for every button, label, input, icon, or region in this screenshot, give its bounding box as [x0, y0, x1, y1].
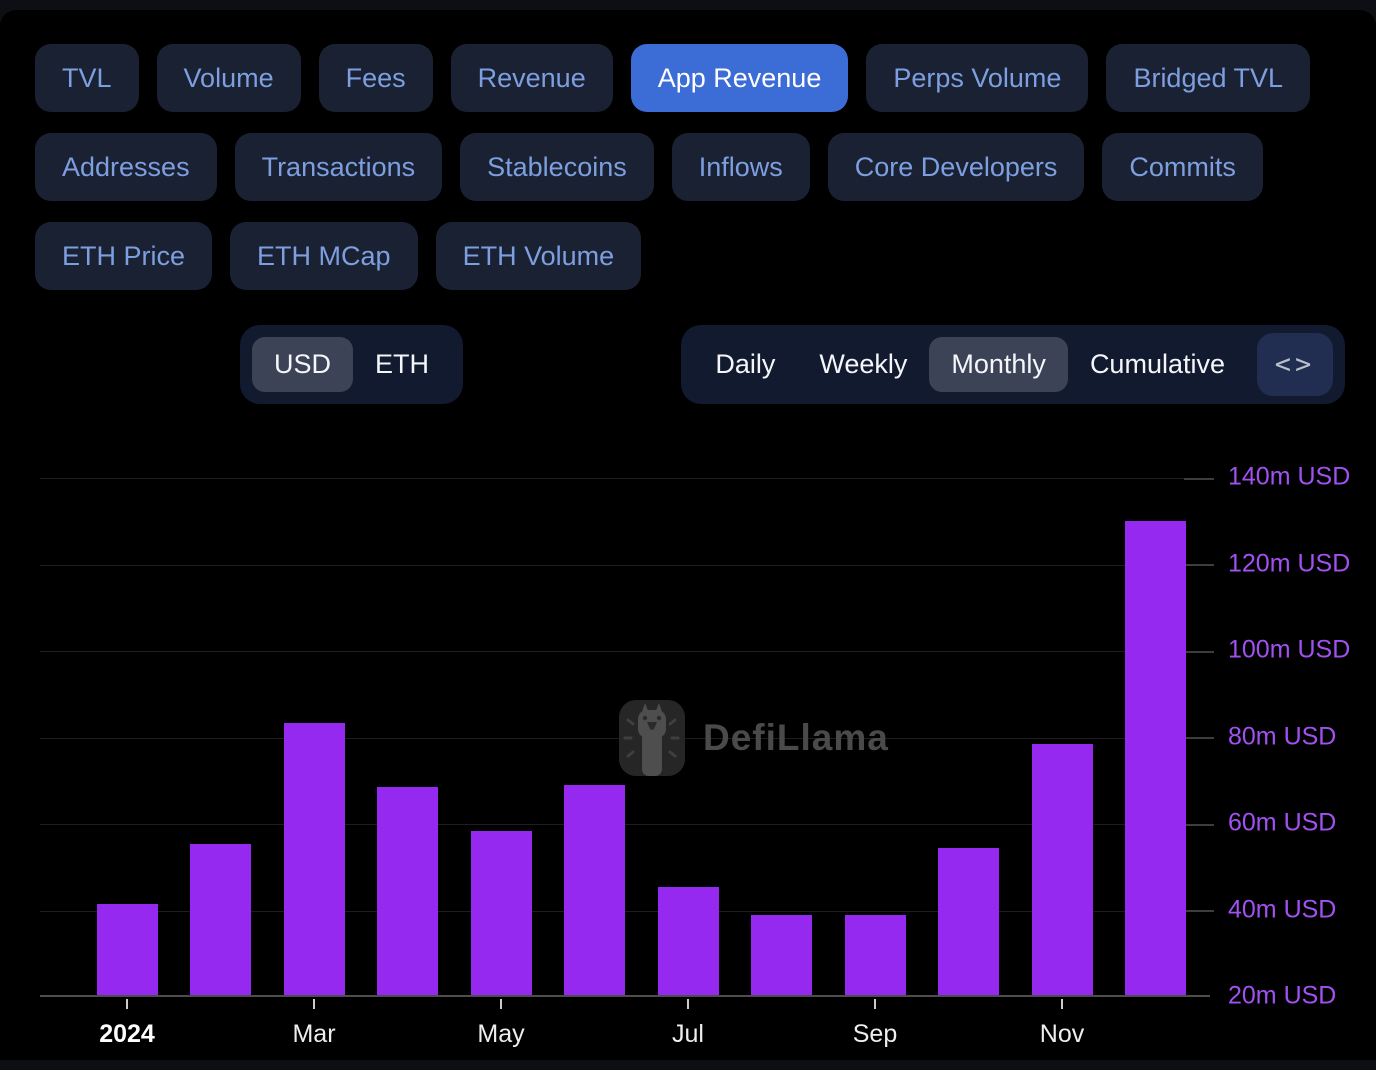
x-axis-label-may: May [477, 1020, 524, 1049]
gridline-120m [40, 565, 1210, 566]
option-eth[interactable]: ETH [353, 337, 451, 392]
interval-toggle: DailyWeeklyMonthlyCumulative<> [681, 325, 1345, 404]
y-axis-label-140m: 140m USD [1228, 463, 1350, 492]
chart-controls-row: USDETH DailyWeeklyMonthlyCumulative<> [35, 325, 1345, 404]
y-axis-tick [1184, 651, 1214, 653]
bar-apr-2024[interactable] [377, 787, 438, 995]
bar-sep-2024[interactable] [845, 915, 906, 995]
bar-may-2024[interactable] [471, 831, 532, 995]
y-axis-tick [1184, 737, 1214, 739]
gridline-100m [40, 651, 1210, 652]
option-weekly[interactable]: Weekly [797, 337, 929, 392]
tab-eth-mcap[interactable]: ETH MCap [230, 222, 418, 290]
tab-inflows[interactable]: Inflows [672, 133, 810, 201]
tab-revenue[interactable]: Revenue [451, 44, 613, 112]
bar-jan-2024[interactable] [97, 904, 158, 995]
x-axis-label-mar: Mar [292, 1020, 335, 1049]
tab-app-revenue[interactable]: App Revenue [631, 44, 849, 112]
option-usd[interactable]: USD [252, 337, 353, 392]
tab-eth-price[interactable]: ETH Price [35, 222, 212, 290]
x-axis-label-2024: 2024 [99, 1020, 155, 1049]
tab-perps-volume[interactable]: Perps Volume [866, 44, 1088, 112]
y-axis-label-20m: 20m USD [1228, 982, 1336, 1011]
dashboard-card: TVL Volume Fees Revenue App RevenuePerps Vol… [0, 10, 1376, 1060]
x-axis-tick-sep [874, 999, 876, 1009]
x-axis-tick-mar [313, 999, 315, 1009]
tab-bridged-tvl[interactable]: Bridged TVL [1106, 44, 1310, 112]
embed-code-button[interactable]: <> [1257, 333, 1333, 396]
y-axis-label-100m: 100m USD [1228, 636, 1350, 665]
x-axis-tick-nov [1061, 999, 1063, 1009]
option-daily[interactable]: Daily [693, 337, 797, 392]
tab-transactions[interactable]: Transactions [235, 133, 443, 201]
bar-oct-2024[interactable] [938, 848, 999, 995]
gridline-80m [40, 738, 1210, 739]
currency-toggle: USDETH [240, 325, 463, 404]
y-axis-label-40m: 40m USD [1228, 895, 1336, 924]
bar-aug-2024[interactable] [751, 915, 812, 995]
metric-tab-row-3: ETH Price ETH MCap ETH Volume [35, 222, 1376, 290]
y-axis-label-80m: 80m USD [1228, 722, 1336, 751]
x-axis-label-sep: Sep [853, 1020, 897, 1049]
x-axis-tick-jul [687, 999, 689, 1009]
option-monthly[interactable]: Monthly [929, 337, 1068, 392]
x-axis-label-nov: Nov [1040, 1020, 1084, 1049]
metric-tab-row-1: TVL Volume Fees Revenue App RevenuePerps Vol… [35, 44, 1376, 112]
tab-core-developers[interactable]: Core Developers [828, 133, 1085, 201]
tab-addresses[interactable]: Addresses [35, 133, 217, 201]
y-axis-tick [1184, 478, 1214, 480]
bar-feb-2024[interactable] [190, 844, 251, 995]
bar-nov-2024[interactable] [1032, 744, 1093, 995]
tab-eth-volume[interactable]: ETH Volume [436, 222, 642, 290]
bar-mar-2024[interactable] [284, 723, 345, 995]
y-axis-tick [1184, 910, 1214, 912]
x-axis-label-jul: Jul [672, 1020, 704, 1049]
tab-fees[interactable]: Fees [319, 44, 433, 112]
y-axis-label-120m: 120m USD [1228, 549, 1350, 578]
bar-jun-2024[interactable] [564, 785, 625, 995]
y-axis-label-60m: 60m USD [1228, 809, 1336, 838]
y-axis-tick [1184, 824, 1214, 826]
tab-tvl[interactable]: TVL [35, 44, 139, 112]
bar-jul-2024[interactable] [658, 887, 719, 995]
tab-stablecoins[interactable]: Stablecoins [460, 133, 654, 201]
tab-volume[interactable]: Volume [157, 44, 301, 112]
tab-commits[interactable]: Commits [1102, 133, 1263, 201]
x-axis-tick-may [500, 999, 502, 1009]
x-axis-tick-2024 [126, 999, 128, 1009]
metric-tab-row-2: Addresses TransactionsStablecoins Inflows C… [35, 133, 1376, 201]
option-cumulative[interactable]: Cumulative [1068, 337, 1247, 392]
gridline-140m [40, 478, 1210, 479]
bar-dec-2024[interactable] [1125, 521, 1186, 995]
y-axis-tick [1184, 564, 1214, 566]
plot-area: 140m USD120m USD100m USD80m USD60m USD40… [40, 440, 1210, 997]
